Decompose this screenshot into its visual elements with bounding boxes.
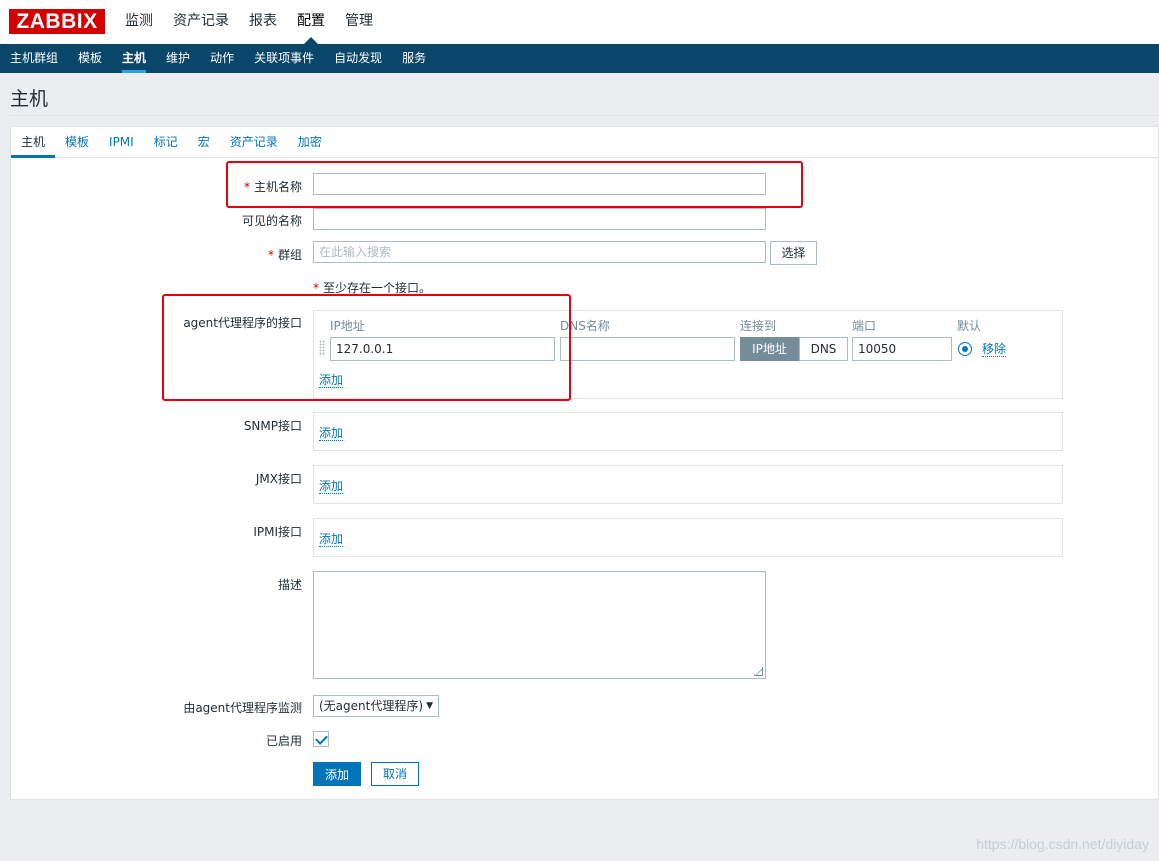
add-agent-interface-link[interactable]: 添加 — [319, 373, 344, 388]
tab-ipmi[interactable]: IPMI — [99, 127, 144, 157]
resize-handle-icon[interactable] — [754, 667, 763, 676]
visible-name-label: 可见的名称 — [241, 214, 302, 228]
dropdown-arrow-icon: ▼ — [426, 701, 433, 711]
host-name-label-text: 主机名称 — [253, 180, 302, 194]
tab-tags[interactable]: 标记 — [144, 127, 188, 157]
groups-select-button[interactable]: 选择 — [770, 241, 817, 265]
host-name-input[interactable] — [313, 173, 766, 195]
menu-inventory[interactable]: 资产记录 — [163, 0, 239, 44]
required-mark: * — [313, 281, 319, 295]
submenu-templates[interactable]: 模板 — [68, 44, 112, 73]
ipmi-interfaces-box: 添加 — [313, 518, 1063, 557]
tab-templates[interactable]: 模板 — [55, 127, 99, 157]
menu-monitoring[interactable]: 监测 — [115, 0, 163, 44]
submenu-maintenance[interactable]: 维护 — [156, 44, 200, 73]
menu-reports[interactable]: 报表 — [239, 0, 287, 44]
interface-note-text: 至少存在一个接口。 — [323, 281, 432, 295]
title-divider — [10, 115, 1159, 116]
top-header: ZABBIX 监测 资产记录 报表 配置 管理 — [0, 0, 1159, 44]
col-connect-to: 连接到 — [740, 319, 777, 333]
jmx-interfaces-box: 添加 — [313, 465, 1063, 504]
form-tabs: 主机 模板 IPMI 标记 宏 资产记录 加密 — [11, 127, 1158, 158]
required-mark: * — [243, 180, 250, 194]
host-form-panel: 主机 模板 IPMI 标记 宏 资产记录 加密 * 主机名称 可见的名称 * 群组 … — [10, 126, 1159, 800]
menu-configuration[interactable]: 配置 — [287, 0, 335, 44]
enabled-label: 已启用 — [265, 734, 302, 748]
enabled-checkbox[interactable] — [313, 731, 329, 747]
ipmi-interfaces-label: IPMI接口 — [253, 525, 302, 539]
menu-administration[interactable]: 管理 — [335, 0, 383, 44]
proxy-select-value: (无agent代理程序) — [319, 699, 424, 713]
snmp-interfaces-label: SNMP接口 — [243, 419, 302, 433]
submenu-discovery[interactable]: 自动发现 — [324, 44, 392, 73]
submenu-actions[interactable]: 动作 — [200, 44, 244, 73]
groups-search-input[interactable]: 在此输入搜索 — [313, 241, 766, 263]
connect-ip-toggle[interactable]: IP地址 — [740, 337, 799, 361]
main-menu: 监测 资产记录 报表 配置 管理 — [115, 0, 383, 44]
agent-dns-input[interactable] — [560, 337, 735, 361]
col-port: 端口 — [852, 319, 877, 333]
submenu-hosts[interactable]: 主机 — [112, 44, 156, 73]
proxy-select[interactable]: (无agent代理程序) ▼ — [313, 695, 439, 717]
description-textarea[interactable] — [313, 571, 766, 679]
description-label: 描述 — [277, 578, 302, 592]
agent-port-input[interactable]: 10050 — [852, 337, 952, 361]
proxy-label: 由agent代理程序监测 — [183, 701, 302, 715]
visible-name-input[interactable] — [313, 208, 766, 230]
page-title: 主机 — [10, 88, 49, 110]
snmp-interfaces-box: 添加 — [313, 412, 1063, 451]
cancel-button[interactable]: 取消 — [371, 762, 419, 786]
agent-interfaces-box: IP地址 DNS名称 连接到 端口 默认 127.0.0.1 IP地址 DNS … — [313, 310, 1063, 399]
default-interface-radio[interactable] — [958, 342, 972, 356]
tab-macros[interactable]: 宏 — [188, 127, 220, 157]
tab-encryption[interactable]: 加密 — [288, 127, 332, 157]
zabbix-logo[interactable]: ZABBIX — [9, 9, 105, 34]
submenu-services[interactable]: 服务 — [392, 44, 436, 73]
jmx-interfaces-label: JMX接口 — [255, 472, 302, 486]
host-name-label: * 主机名称 — [244, 178, 302, 195]
groups-label-text: 群组 — [277, 248, 302, 262]
remove-interface-link[interactable]: 移除 — [982, 342, 1007, 357]
add-jmx-interface-link[interactable]: 添加 — [319, 479, 344, 494]
interface-note: * 至少存在一个接口。 — [313, 279, 431, 296]
groups-label: * 群组 — [268, 246, 302, 263]
col-ip-address: IP地址 — [330, 319, 365, 333]
col-dns-name: DNS名称 — [560, 319, 610, 333]
watermark: https://blog.csdn.net/diyiday — [976, 836, 1149, 852]
submenu-event-correlation[interactable]: 关联项事件 — [244, 44, 324, 73]
connect-dns-toggle[interactable]: DNS — [799, 337, 848, 361]
agent-interfaces-label: agent代理程序的接口 — [183, 316, 302, 330]
tab-inventory[interactable]: 资产记录 — [220, 127, 288, 157]
add-ipmi-interface-link[interactable]: 添加 — [319, 532, 344, 547]
required-mark: * — [267, 248, 274, 262]
tab-host[interactable]: 主机 — [11, 127, 56, 158]
submenu-host-groups[interactable]: 主机群组 — [0, 44, 68, 73]
agent-ip-input[interactable]: 127.0.0.1 — [330, 337, 555, 361]
sub-menu: 主机群组 模板 主机 维护 动作 关联项事件 自动发现 服务 — [0, 44, 1159, 73]
add-snmp-interface-link[interactable]: 添加 — [319, 426, 344, 441]
checkmark-icon — [315, 732, 328, 745]
col-default: 默认 — [957, 319, 982, 333]
add-button[interactable]: 添加 — [313, 762, 361, 786]
drag-handle-icon[interactable] — [319, 340, 325, 356]
